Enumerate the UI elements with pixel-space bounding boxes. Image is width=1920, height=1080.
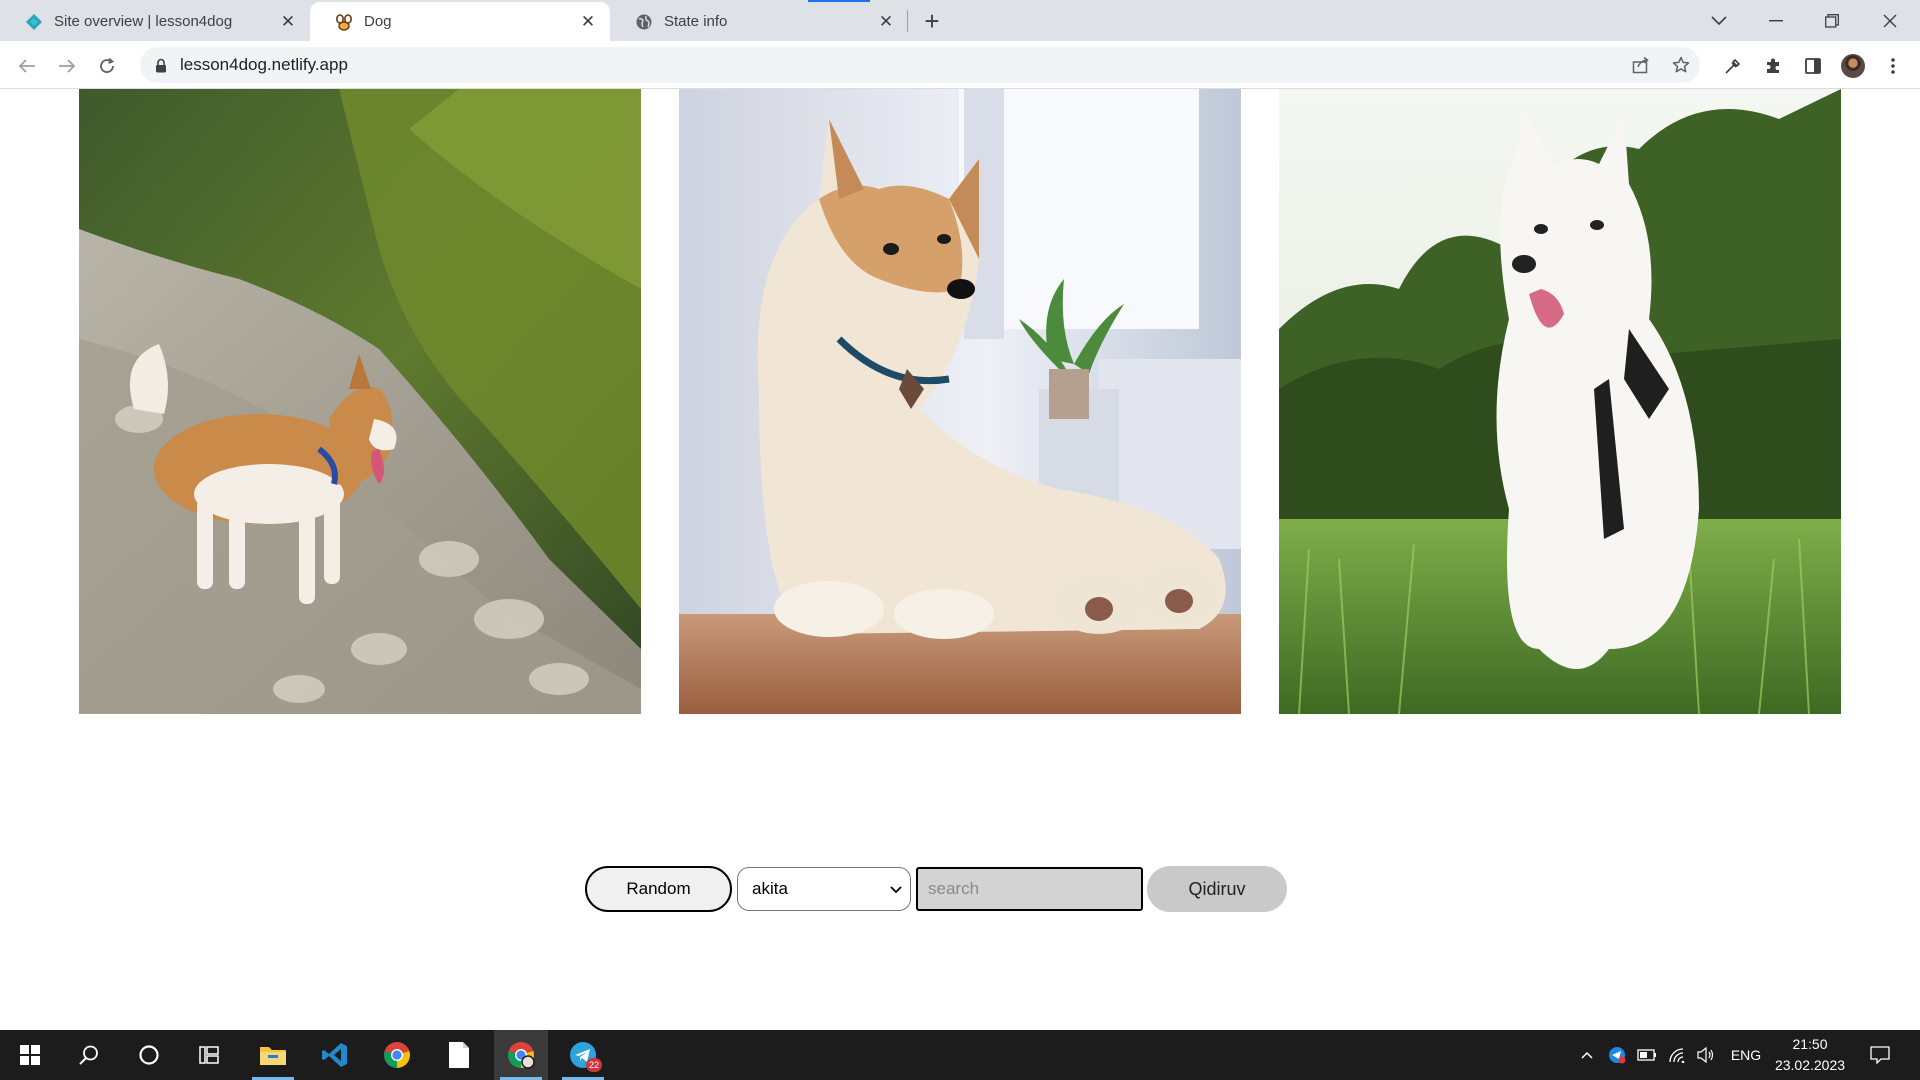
vscode-icon[interactable]: [308, 1030, 362, 1080]
globe-icon: [634, 12, 654, 32]
notepad-icon[interactable]: [432, 1030, 486, 1080]
wifi-icon[interactable]: [1664, 1030, 1690, 1080]
file-explorer-icon[interactable]: [246, 1030, 300, 1080]
battery-icon[interactable]: [1634, 1030, 1660, 1080]
notifications-icon[interactable]: [1866, 1030, 1894, 1080]
dog-image-1: [79, 89, 641, 714]
eyedropper-extension-icon[interactable]: [1716, 49, 1750, 83]
tab-dog[interactable]: Dog ✕: [310, 2, 610, 41]
dog-image-3: [1279, 89, 1841, 714]
side-panel-icon[interactable]: [1796, 49, 1830, 83]
back-arrow-icon[interactable]: [10, 49, 44, 83]
address-bar[interactable]: lesson4dog.netlify.app: [140, 47, 1700, 83]
reload-icon[interactable]: [90, 49, 124, 83]
tab-state-info[interactable]: State info ✕: [610, 2, 908, 41]
browser-toolbar: lesson4dog.netlify.app: [0, 41, 1920, 89]
browser-tab-strip: Site overview | lesson4dog ✕ Dog ✕ State…: [0, 0, 1920, 41]
tray-app-icon[interactable]: [1604, 1030, 1630, 1080]
clock-time: 21:50: [1792, 1036, 1828, 1052]
search-icon[interactable]: [62, 1030, 116, 1080]
loading-indicator: [808, 0, 870, 2]
tab-title: State info: [664, 13, 728, 30]
tab-search-chevron-icon[interactable]: [1691, 0, 1747, 41]
kebab-menu-icon[interactable]: [1876, 49, 1910, 83]
clock[interactable]: 21:50 23.02.2023: [1760, 1034, 1860, 1076]
notification-badge: 22: [586, 1058, 602, 1072]
tab-title: Dog: [364, 13, 392, 30]
close-window-icon[interactable]: [1862, 0, 1918, 41]
telegram-icon[interactable]: 22: [556, 1030, 610, 1080]
random-button[interactable]: Random: [585, 866, 732, 912]
cortana-icon[interactable]: [122, 1030, 176, 1080]
avatar: [1841, 54, 1865, 78]
close-icon[interactable]: ✕: [876, 12, 896, 32]
search-controls: Random akita Qidiruv: [0, 866, 1920, 912]
extensions-puzzle-icon[interactable]: [1756, 49, 1790, 83]
chevron-down-icon: [890, 879, 902, 899]
clock-date: 23.02.2023: [1774, 1057, 1846, 1073]
task-view-icon[interactable]: [182, 1030, 236, 1080]
tab-separator: [907, 10, 908, 32]
bookmark-star-icon[interactable]: [1664, 48, 1698, 82]
chrome-profile-icon[interactable]: [494, 1030, 548, 1080]
windows-start-icon[interactable]: [3, 1030, 57, 1080]
breed-select[interactable]: akita: [737, 867, 911, 911]
tab-site-overview[interactable]: Site overview | lesson4dog ✕: [0, 2, 310, 41]
web-page: Random akita Qidiruv: [0, 89, 1920, 1030]
search-button[interactable]: Qidiruv: [1147, 866, 1287, 912]
close-icon[interactable]: ✕: [578, 12, 598, 32]
new-tab-button[interactable]: +: [918, 6, 946, 36]
restore-icon[interactable]: [1804, 0, 1860, 41]
tab-title: Site overview | lesson4dog: [54, 13, 233, 30]
search-input[interactable]: [916, 867, 1143, 911]
close-icon[interactable]: ✕: [278, 12, 298, 32]
minimize-icon[interactable]: [1748, 0, 1804, 41]
breed-select-value: akita: [752, 879, 788, 898]
chrome-icon[interactable]: [370, 1030, 424, 1080]
lock-icon[interactable]: [152, 56, 170, 74]
paw-icon: [334, 12, 354, 32]
url-text: lesson4dog.netlify.app: [180, 55, 348, 74]
volume-icon[interactable]: [1693, 1030, 1719, 1080]
tray-chevron-up-icon[interactable]: [1576, 1030, 1598, 1080]
windows-taskbar: 22 ENG 21:50 23.02.2023: [0, 1030, 1920, 1080]
share-icon[interactable]: [1624, 48, 1658, 82]
dog-image-2: [679, 89, 1241, 714]
profile-avatar[interactable]: [1836, 49, 1870, 83]
forward-arrow-icon[interactable]: [50, 49, 84, 83]
netlify-diamond-icon: [24, 12, 44, 32]
